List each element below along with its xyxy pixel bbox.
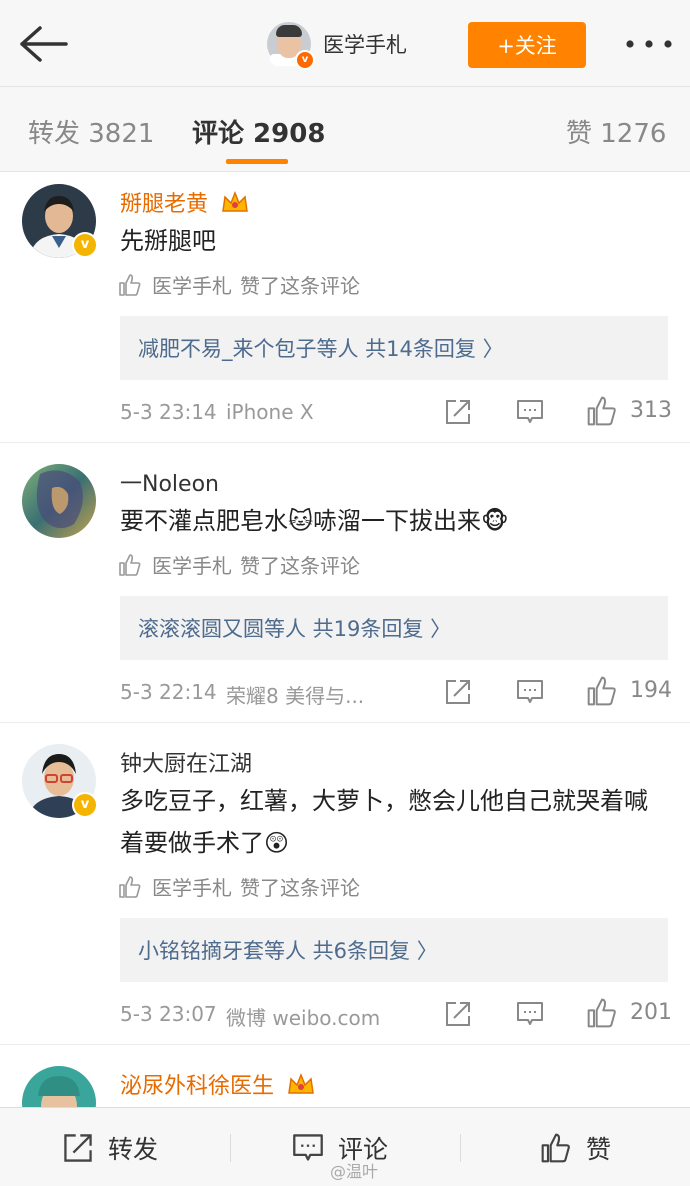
replies-summary[interactable]: 滚滚滚圆又圆等人 共19条回复 〉 bbox=[120, 596, 668, 660]
like-icon bbox=[541, 1133, 570, 1163]
back-arrow-icon[interactable] bbox=[14, 22, 70, 66]
thumb-up-icon bbox=[119, 875, 141, 898]
comment-meta: 5-3 23:07 微博 weibo.com 201 bbox=[120, 994, 672, 1034]
share-icon[interactable] bbox=[444, 1000, 472, 1028]
like-icon[interactable] bbox=[586, 997, 618, 1029]
comment-username[interactable]: 泌尿外科徐医生 bbox=[120, 1068, 315, 1100]
avatar[interactable] bbox=[22, 464, 96, 538]
comment-meta: 5-3 23:14 iPhone X 313 bbox=[120, 392, 672, 432]
comment-text: 多吃豆子，红薯，大萝卜，憋会儿他自己就哭着喊着要做手术了😲 bbox=[120, 787, 648, 857]
comment-source: 荣耀8 美得与... bbox=[226, 684, 365, 708]
author-liked-note: 医学手札 赞了这条评论 bbox=[118, 550, 360, 579]
verified-badge-icon: v bbox=[295, 50, 315, 70]
author-avatar[interactable]: v bbox=[267, 22, 315, 70]
comment-time: 5-3 22:14 bbox=[120, 680, 217, 704]
comment-divider bbox=[0, 1044, 690, 1045]
watermark: @温叶 bbox=[330, 1162, 379, 1181]
like-icon[interactable] bbox=[586, 395, 618, 427]
like-count: 313 bbox=[630, 398, 672, 423]
repost-icon bbox=[64, 1134, 92, 1162]
replies-summary[interactable]: 减肥不易_来个包子等人 共14条回复 〉 bbox=[120, 316, 668, 380]
thumb-up-icon bbox=[119, 273, 141, 296]
verified-badge-icon: v bbox=[72, 232, 98, 258]
follow-button[interactable]: +关注 bbox=[468, 22, 586, 68]
tab-likes[interactable]: 赞 1276 bbox=[566, 113, 666, 150]
comment-source: 微博 weibo.com bbox=[226, 1006, 381, 1030]
comment-icon bbox=[293, 1134, 323, 1161]
share-icon[interactable] bbox=[444, 398, 472, 426]
comment-text: 先掰腿吧 bbox=[120, 227, 216, 255]
like-count: 194 bbox=[630, 678, 672, 703]
share-icon[interactable] bbox=[444, 678, 472, 706]
author-liked-note: 医学手札 赞了这条评论 bbox=[118, 872, 360, 901]
comment-meta: 5-3 22:14 荣耀8 美得与... 194 bbox=[120, 672, 672, 712]
bar-separator bbox=[230, 1134, 231, 1162]
thumb-up-icon bbox=[119, 553, 141, 576]
tab-bar: 转发 3821 评论 2908 赞 1276 bbox=[0, 87, 690, 172]
top-nav-bar: v 医学手札 +关注 bbox=[0, 0, 690, 87]
comment-divider bbox=[0, 722, 690, 723]
comment-time: 5-3 23:14 bbox=[120, 400, 217, 424]
tab-comments[interactable]: 评论 2908 bbox=[192, 113, 325, 150]
like-label: 赞 bbox=[586, 1135, 612, 1164]
reply-comment-icon[interactable] bbox=[516, 398, 544, 426]
vip-crown-icon bbox=[222, 191, 248, 212]
replies-summary[interactable]: 小铭铭摘牙套等人 共6条回复 〉 bbox=[120, 918, 668, 982]
like-icon[interactable] bbox=[586, 675, 618, 707]
reply-comment-icon[interactable] bbox=[516, 1000, 544, 1028]
author-name[interactable]: 医学手札 bbox=[323, 29, 407, 59]
author-liked-note: 医学手札 赞了这条评论 bbox=[118, 270, 360, 299]
comment-text: 要不灌点肥皂水🐱哧溜一下拔出来🐵 bbox=[120, 507, 509, 535]
bar-separator bbox=[460, 1134, 461, 1162]
comment-username[interactable]: 掰腿老黄 bbox=[120, 186, 249, 218]
reply-comment-icon[interactable] bbox=[516, 678, 544, 706]
repost-button[interactable]: 转发 bbox=[62, 1130, 158, 1166]
comment-username[interactable]: 钟大厨在江湖 bbox=[120, 746, 252, 778]
repost-label: 转发 bbox=[108, 1135, 159, 1164]
active-tab-indicator bbox=[226, 159, 288, 164]
vip-crown-icon bbox=[288, 1073, 314, 1094]
comment-source: iPhone X bbox=[226, 400, 314, 424]
like-count: 201 bbox=[630, 1000, 672, 1025]
comment-time: 5-3 23:07 bbox=[120, 1002, 217, 1026]
more-dots-icon[interactable] bbox=[624, 34, 674, 54]
author-info[interactable]: v 医学手札 bbox=[267, 20, 407, 70]
comment-divider bbox=[0, 442, 690, 443]
tab-repost[interactable]: 转发 3821 bbox=[28, 113, 154, 150]
like-button[interactable]: 赞 bbox=[540, 1130, 611, 1166]
verified-badge-icon: v bbox=[72, 792, 98, 818]
comment-username[interactable]: 一Noleon bbox=[120, 466, 219, 498]
